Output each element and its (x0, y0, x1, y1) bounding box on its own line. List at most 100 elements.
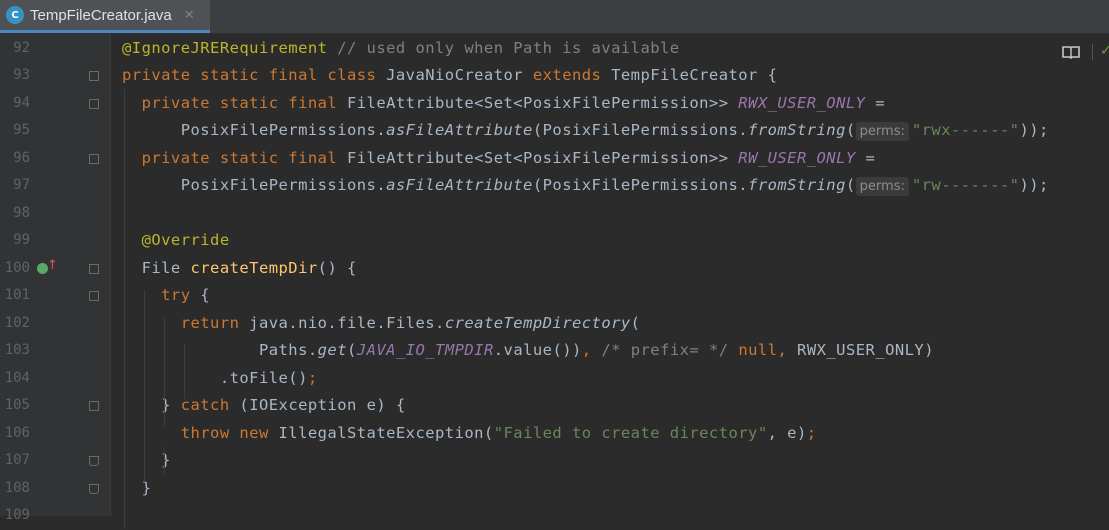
code-line[interactable]: 98 (0, 200, 1109, 228)
code-token: .toFile() (122, 368, 308, 387)
code-text[interactable]: private static final class JavaNioCreato… (122, 62, 777, 90)
code-token: @Override (122, 231, 230, 249)
code-line[interactable]: 108 } (0, 475, 1109, 503)
line-number: 101 (4, 287, 30, 303)
code-line[interactable]: 100 ↑ File createTempDir() { (0, 255, 1109, 283)
code-text[interactable]: @Override (122, 227, 230, 255)
editor-tab-bar: C TempFileCreator.java ✕ (0, 0, 1109, 34)
code-token: FileAttribute<Set<PosixFilePermission>> (346, 148, 739, 167)
code-token: /* prefix= */ (601, 341, 739, 359)
code-text[interactable]: Paths.get(JAVA_IO_TMPDIR.value()), /* pr… (122, 337, 934, 365)
code-line[interactable]: 99 @Override (0, 227, 1109, 255)
code-line[interactable]: 106 throw new IllegalStateException("Fai… (0, 420, 1109, 448)
code-token: RWX_USER_ONLY (797, 341, 925, 359)
line-number: 95 (13, 122, 30, 138)
tab-tempfilecreator[interactable]: C TempFileCreator.java ✕ (0, 0, 210, 33)
fold-marker-icon[interactable] (89, 401, 99, 411)
check-icon[interactable]: ✓ (1100, 43, 1109, 59)
code-token: { (200, 286, 211, 304)
code-line[interactable]: 95 PosixFilePermissions.asFileAttribute(… (0, 117, 1109, 145)
code-line[interactable]: 104 .toFile(); (0, 365, 1109, 393)
fold-marker-icon[interactable] (89, 71, 99, 81)
code-token: (PosixFilePermissions. (532, 121, 749, 139)
code-token: RWX_USER_ONLY (738, 93, 866, 112)
code-token: try (122, 286, 201, 304)
line-number: 105 (4, 397, 30, 413)
line-number: 102 (4, 314, 30, 331)
code-token: , (581, 341, 602, 359)
code-token: "rw-------" (911, 176, 1020, 194)
line-number: 96 (13, 149, 30, 166)
code-text[interactable]: PosixFilePermissions.asFileAttribute(Pos… (122, 117, 1049, 145)
code-line[interactable]: 92 @IgnoreJRERequirement // used only whe… (0, 35, 1109, 63)
fold-marker-icon[interactable] (89, 456, 99, 466)
code-text[interactable]: .toFile(); (122, 365, 318, 393)
code-token: null (738, 341, 778, 359)
line-number: 103 (4, 342, 30, 358)
code-line[interactable]: 105 } catch (IOException e) { (0, 392, 1109, 420)
line-number: 97 (13, 177, 30, 193)
code-token: File (122, 258, 191, 277)
code-token: java.nio.file.Files. (249, 313, 445, 332)
code-token: private static final class (122, 66, 387, 84)
line-number: 106 (4, 424, 30, 441)
code-line[interactable]: 96 private static final FileAttribute<Se… (0, 145, 1109, 173)
up-arrow-icon: ↑ (47, 257, 58, 273)
code-line[interactable]: 103 Paths.get(JAVA_IO_TMPDIR.value()), /… (0, 337, 1109, 365)
code-token: TempFileCreator { (611, 66, 778, 84)
code-token: "Failed to create directory" (493, 423, 768, 442)
fold-marker-icon[interactable] (89, 153, 99, 164)
code-token: } (122, 478, 152, 497)
tab-title: TempFileCreator.java (30, 6, 172, 24)
code-token: get (317, 341, 347, 359)
parameter-hint: perms: (855, 122, 909, 141)
parameter-hint: perms: (855, 177, 909, 196)
code-token: JAVA_IO_TMPDIR (356, 341, 494, 359)
code-text[interactable]: File createTempDir() { (122, 255, 357, 283)
code-token: = (865, 93, 886, 112)
code-token: asFileAttribute (386, 176, 533, 194)
code-token: Paths. (122, 341, 318, 359)
code-token: fromString (748, 121, 846, 139)
code-line[interactable]: 93 private static final class JavaNioCrea… (0, 62, 1109, 90)
code-line[interactable]: 107 } (0, 447, 1109, 475)
code-token: () { (317, 258, 357, 277)
code-token: (PosixFilePermissions. (532, 176, 749, 194)
code-token: , e) (767, 423, 807, 442)
line-number: 108 (4, 479, 30, 496)
code-token: PosixFilePermissions. (122, 121, 387, 139)
code-text[interactable]: return java.nio.file.Files.createTempDir… (122, 310, 640, 338)
code-editor[interactable]: 92 @IgnoreJRERequirement // used only whe… (0, 34, 1109, 529)
code-line[interactable]: 102 return java.nio.file.Files.createTem… (0, 310, 1109, 338)
code-token: )); (1019, 121, 1049, 139)
book-icon[interactable] (1061, 44, 1081, 60)
code-token: fromString (748, 176, 846, 194)
code-line[interactable]: 94 private static final FileAttribute<Se… (0, 90, 1109, 118)
fold-marker-icon[interactable] (89, 263, 99, 274)
code-token: PosixFilePermissions. (122, 176, 387, 194)
code-text[interactable]: PosixFilePermissions.asFileAttribute(Pos… (122, 172, 1049, 200)
toolbar-separator (1092, 44, 1093, 60)
code-text[interactable]: @IgnoreJRERequirement // used only when … (122, 35, 680, 63)
code-line[interactable]: 101 try { (0, 282, 1109, 310)
indent-guide (184, 344, 185, 399)
code-text[interactable]: private static final FileAttribute<Set<P… (122, 90, 885, 118)
code-token: IllegalStateException( (278, 423, 494, 442)
line-number: 98 (13, 204, 30, 221)
line-number: 99 (13, 232, 30, 248)
code-token: throw new (122, 423, 279, 442)
code-text[interactable]: try { (122, 282, 210, 310)
code-token: extends (532, 66, 612, 84)
code-text[interactable]: private static final FileAttribute<Set<P… (122, 145, 875, 173)
line-number: 93 (13, 67, 30, 83)
close-icon[interactable]: ✕ (184, 8, 195, 23)
code-token: "rwx------" (911, 121, 1020, 139)
code-text[interactable]: throw new IllegalStateException("Failed … (122, 420, 817, 448)
code-token: asFileAttribute (386, 121, 533, 139)
fold-marker-icon[interactable] (89, 483, 99, 494)
code-token: // used only when Path is available (327, 38, 680, 57)
fold-marker-icon[interactable] (89, 98, 99, 109)
code-line[interactable]: 97 PosixFilePermissions.asFileAttribute(… (0, 172, 1109, 200)
code-text[interactable]: } (122, 475, 151, 503)
fold-marker-icon[interactable] (89, 291, 99, 301)
